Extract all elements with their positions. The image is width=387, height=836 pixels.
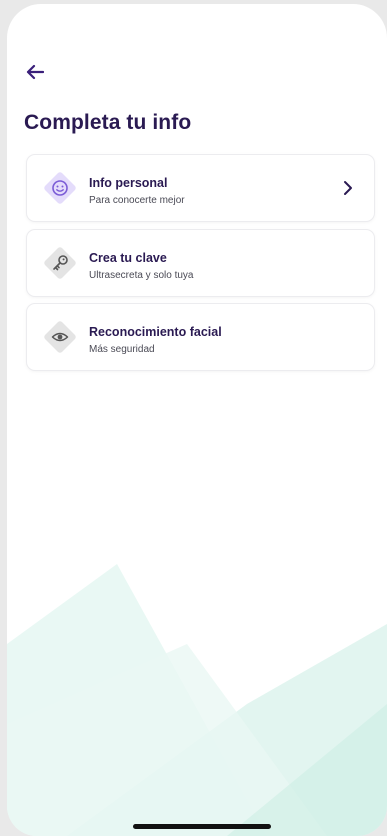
card-info-personal[interactable]: Info personal Para conocerte mejor bbox=[27, 155, 374, 221]
arrow-left-icon bbox=[26, 64, 44, 80]
home-indicator[interactable] bbox=[133, 824, 271, 829]
smiley-face-icon bbox=[44, 172, 76, 204]
card-subtitle: Más seguridad bbox=[89, 344, 155, 355]
card-title: Crea tu clave bbox=[89, 251, 167, 265]
card-reconocimiento-facial[interactable]: Reconocimiento facial Más seguridad bbox=[27, 304, 374, 370]
page-title: Completa tu info bbox=[24, 111, 192, 134]
chevron-right-icon bbox=[344, 181, 352, 195]
phone-screen: Completa tu info Info personal Para cono… bbox=[7, 4, 387, 836]
back-button[interactable] bbox=[23, 60, 47, 84]
card-subtitle: Ultrasecreta y solo tuya bbox=[89, 270, 194, 281]
eye-icon bbox=[44, 321, 76, 353]
key-icon bbox=[44, 247, 76, 279]
card-crea-tu-clave[interactable]: Crea tu clave Ultrasecreta y solo tuya bbox=[27, 230, 374, 296]
card-title: Info personal bbox=[89, 176, 168, 190]
card-subtitle: Para conocerte mejor bbox=[89, 195, 185, 206]
card-title: Reconocimiento facial bbox=[89, 325, 222, 339]
